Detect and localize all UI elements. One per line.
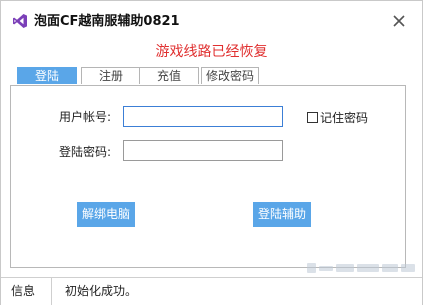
status-message: 初始化成功。 bbox=[65, 284, 138, 298]
remember-password-checkbox[interactable] bbox=[307, 112, 318, 123]
account-label: 用户帐号: bbox=[59, 110, 112, 124]
login-panel: 用户帐号: 记住密码 登陆密码: 解绑电脑 登陆辅助 bbox=[10, 85, 406, 268]
visual-studio-icon bbox=[12, 13, 28, 29]
title-bar[interactable]: 泡面CF越南服辅助0821 bbox=[1, 1, 422, 41]
status-label: 信息 bbox=[11, 284, 36, 298]
tab-recharge[interactable]: 充值 bbox=[139, 67, 199, 84]
tab-register[interactable]: 注册 bbox=[81, 67, 141, 84]
status-bar: 信息 初始化成功。 bbox=[1, 277, 422, 305]
status-divider bbox=[51, 278, 52, 305]
close-button[interactable] bbox=[388, 10, 410, 32]
close-icon bbox=[393, 15, 405, 27]
unbind-computer-button[interactable]: 解绑电脑 bbox=[77, 202, 135, 227]
password-label: 登陆密码: bbox=[59, 145, 112, 159]
account-input[interactable] bbox=[123, 106, 283, 127]
password-input[interactable] bbox=[123, 140, 283, 161]
window-title: 泡面CF越南服辅助0821 bbox=[34, 14, 180, 29]
tab-change-password[interactable]: 修改密码 bbox=[201, 67, 259, 84]
server-status-message: 游戏线路已经恢复 bbox=[155, 44, 268, 60]
login-button[interactable]: 登陆辅助 bbox=[253, 202, 311, 227]
app-window: 泡面CF越南服辅助0821 游戏线路已经恢复 登陆 注册 充值 修改密码 用户帐… bbox=[0, 0, 423, 305]
remember-password-label[interactable]: 记住密码 bbox=[320, 109, 368, 127]
tab-login[interactable]: 登陆 bbox=[17, 67, 77, 84]
